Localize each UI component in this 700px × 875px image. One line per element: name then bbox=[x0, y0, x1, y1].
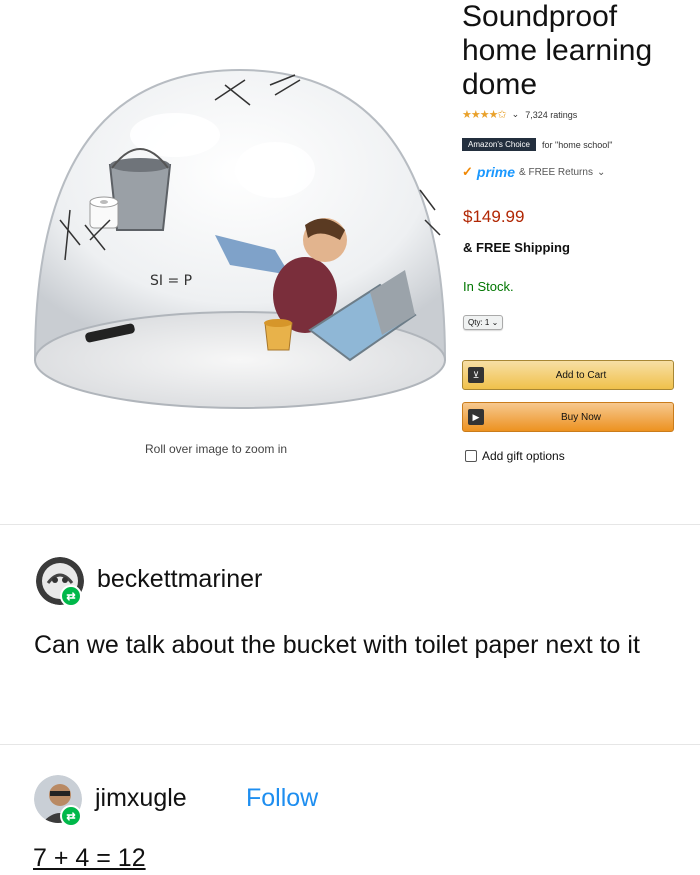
buy-now-button[interactable]: ▶ Buy Now bbox=[462, 402, 674, 432]
stock-status: In Stock. bbox=[463, 279, 514, 294]
prime-check-icon: ✓ bbox=[462, 164, 473, 179]
follow-button[interactable]: Follow bbox=[246, 784, 318, 813]
quantity-value: Qty: 1 bbox=[468, 318, 490, 327]
free-returns-label: & FREE Returns bbox=[519, 166, 593, 178]
quantity-select[interactable]: Qty: 1 ⌄ bbox=[463, 315, 504, 330]
play-icon: ▶ bbox=[468, 409, 484, 425]
free-shipping-label: & FREE Shipping bbox=[463, 240, 570, 255]
add-to-cart-label: Add to Cart bbox=[555, 369, 607, 381]
cart-icon: ⊻ bbox=[468, 367, 484, 383]
amazons-choice-badge: Amazon's Choice bbox=[462, 138, 536, 151]
star-rating-icon: ★★★★✩ bbox=[462, 109, 507, 121]
zoom-hint: Roll over image to zoom in bbox=[145, 442, 288, 456]
reblog-icon: ⇄ bbox=[60, 805, 82, 827]
prime-label: prime bbox=[476, 164, 516, 180]
choice-keyword: for "home school" bbox=[542, 139, 613, 150]
gift-checkbox[interactable] bbox=[465, 450, 477, 462]
gift-options-label: Add gift options bbox=[482, 449, 565, 463]
chevron-down-icon: ⌄ bbox=[511, 109, 520, 119]
svg-text:SI = P: SI = P bbox=[150, 273, 192, 289]
comment-post: ⇄ beckettmariner Can we talk about the b… bbox=[0, 525, 700, 745]
toilet-paper-icon bbox=[89, 196, 119, 229]
chevron-down-icon: ⌄ bbox=[491, 318, 499, 327]
comment-text: Can we talk about the bucket with toilet… bbox=[34, 631, 640, 659]
comment-post: ⇄ jimxugle Follow 7 + 4 = 12 bbox=[0, 745, 700, 875]
comment-text: 7 + 4 = 12 bbox=[33, 844, 146, 872]
prime-row[interactable]: ✓ prime & FREE Returns ⌄ bbox=[462, 164, 605, 180]
page: SI = P Roll over image to zoom in Soundp… bbox=[0, 0, 700, 875]
product-image[interactable]: SI = P bbox=[20, 60, 460, 420]
username[interactable]: beckettmariner bbox=[97, 565, 262, 594]
ratings-count: 7,324 ratings bbox=[525, 109, 578, 120]
amazons-choice-row: Amazon's Choice for "home school" bbox=[462, 138, 612, 151]
product-title[interactable]: Soundproof home learning dome bbox=[462, 0, 692, 102]
product-listing: SI = P Roll over image to zoom in Soundp… bbox=[0, 0, 700, 520]
dome-illustration: SI = P bbox=[33, 68, 447, 409]
buy-now-label: Buy Now bbox=[560, 411, 601, 423]
add-to-cart-button[interactable]: ⊻ Add to Cart bbox=[462, 360, 674, 390]
reblog-icon: ⇄ bbox=[60, 585, 82, 607]
chevron-down-icon: ⌄ bbox=[596, 166, 606, 178]
rating-row[interactable]: ★★★★✩ ⌄ 7,324 ratings bbox=[462, 108, 577, 121]
price: $149.99 bbox=[463, 207, 525, 226]
snack-cup-icon bbox=[264, 319, 293, 351]
gift-options[interactable]: Add gift options bbox=[465, 449, 565, 463]
username[interactable]: jimxugle bbox=[95, 784, 187, 813]
bucket-icon bbox=[108, 148, 172, 231]
